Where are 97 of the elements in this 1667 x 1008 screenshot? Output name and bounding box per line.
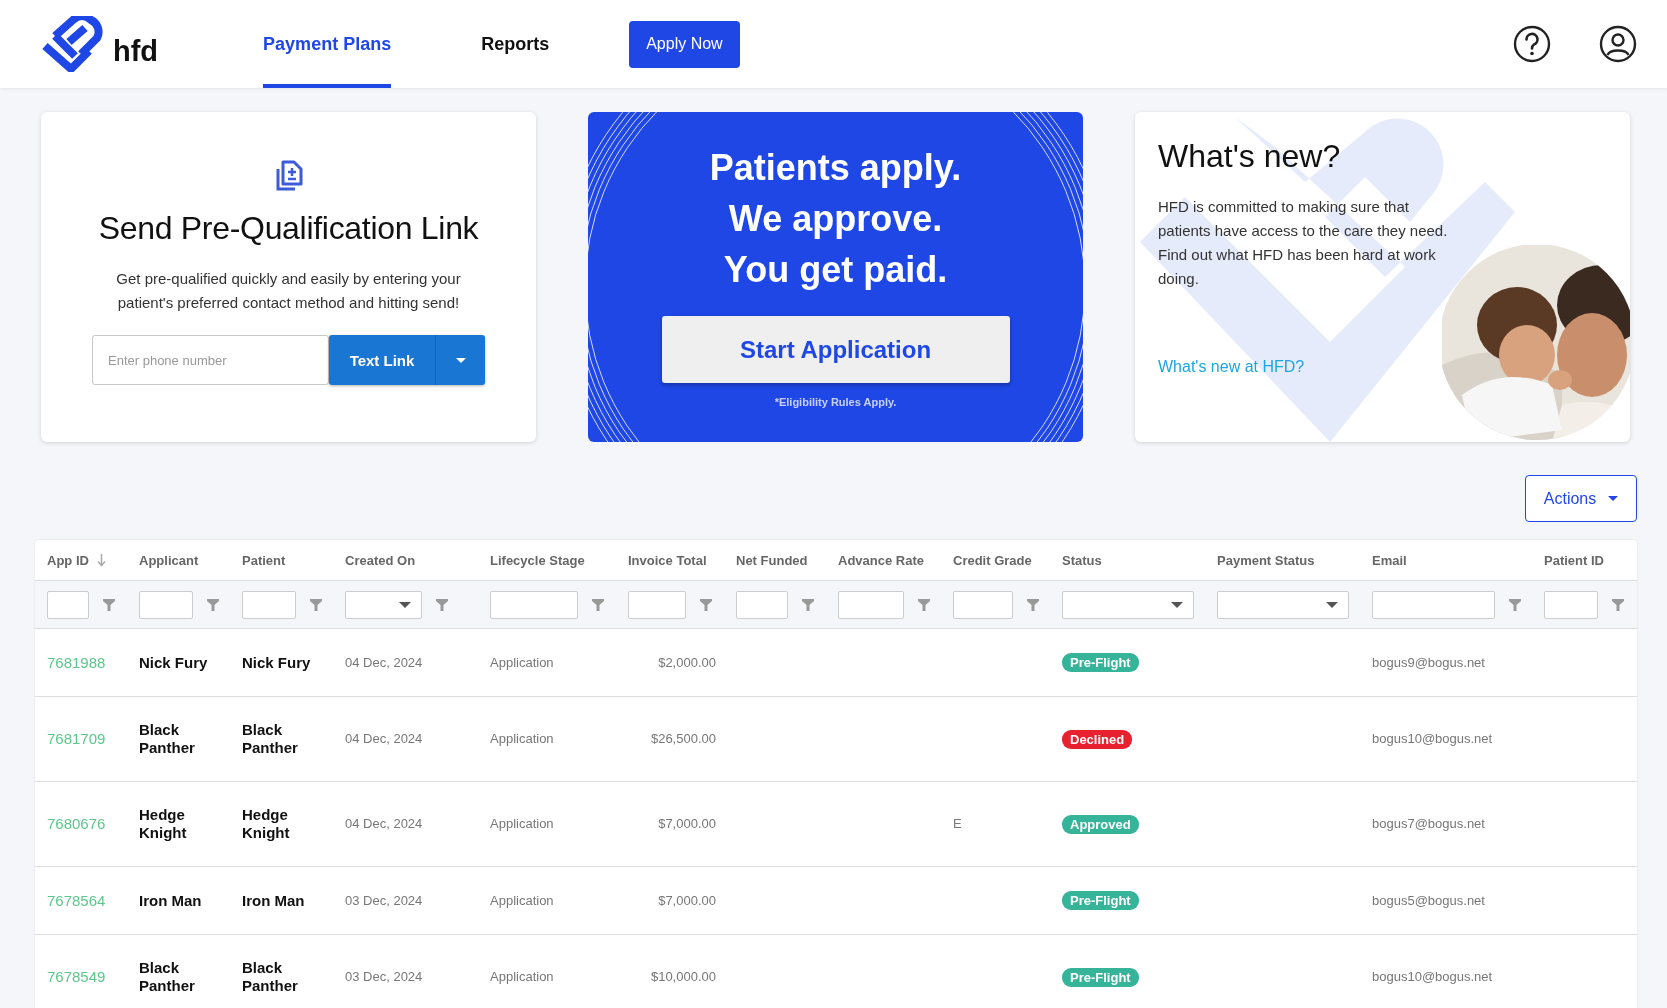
column-header[interactable]: Credit Grade <box>953 553 1032 568</box>
table-cell-text: Hedge Knight <box>139 806 188 842</box>
filter-icon[interactable] <box>802 598 814 611</box>
table-cell-text: Application <box>490 653 555 672</box>
column-header[interactable]: Advance Rate <box>838 553 924 568</box>
caret-icon <box>1171 601 1183 608</box>
table-cell-text: 04 Dec, 2024 <box>345 653 424 672</box>
filter-icon[interactable] <box>1612 598 1624 611</box>
filter-icon[interactable] <box>103 598 115 611</box>
table-cell-text: bogus9@bogus.net <box>1372 653 1486 672</box>
table-cell-text: $2,000.00 <box>657 653 717 672</box>
card-title: Send Pre-Qualification Link <box>98 210 479 247</box>
status-badge: Pre-Flight <box>1062 967 1139 987</box>
caret-icon <box>1326 601 1338 608</box>
document-add-icon <box>274 160 303 192</box>
table-cell-text: E <box>953 815 963 833</box>
table-cell-text: Application <box>490 891 555 910</box>
status-badge: Pre-Flight <box>1062 891 1139 910</box>
filter-dropdown[interactable] <box>1062 590 1194 619</box>
promo-headline: We approve. <box>728 197 943 241</box>
nav-tab[interactable]: Reports <box>481 0 550 88</box>
table-cell-text: 04 Dec, 2024 <box>345 815 424 833</box>
filter-field[interactable] <box>1544 590 1598 619</box>
caret-icon <box>455 357 466 363</box>
column-header[interactable]: Created On <box>345 553 416 568</box>
filter-icon[interactable] <box>207 598 219 611</box>
apply-now-button[interactable]: Apply Now <box>629 20 740 68</box>
account-icon[interactable] <box>1599 25 1637 63</box>
column-header[interactable]: Status <box>1062 553 1102 568</box>
filter-dropdown[interactable] <box>345 590 422 619</box>
table-cell-text: 03 Dec, 2024 <box>345 891 424 910</box>
status-badge: Pre-Flight <box>1062 653 1139 672</box>
table-cell-text: 03 Dec, 2024 <box>345 968 424 986</box>
status-badge: Declined <box>1062 729 1133 749</box>
table-cell-text: Black Panther <box>242 959 299 995</box>
table-cell-text: Hedge Knight <box>242 806 291 842</box>
filter-field[interactable] <box>838 590 904 619</box>
status-badge: Approved <box>1062 814 1139 834</box>
table-cell-text: 04 Dec, 2024 <box>345 730 424 748</box>
column-header[interactable]: Patient <box>242 553 286 568</box>
filter-field[interactable] <box>139 590 193 619</box>
card-title: What's new? <box>1158 138 1342 175</box>
filter-field[interactable] <box>1372 590 1495 619</box>
table-cell-text: Black Panther <box>139 959 196 995</box>
table-cell-text: $7,000.00 <box>657 815 717 833</box>
table-cell-text: Application <box>490 730 555 748</box>
table-cell-text: Application <box>490 815 555 833</box>
filter-icon[interactable] <box>1027 598 1039 611</box>
sort-down-icon[interactable] <box>96 554 106 567</box>
filter-field[interactable] <box>47 590 89 619</box>
caret-icon <box>1608 496 1619 501</box>
filter-field[interactable] <box>953 590 1013 619</box>
table-cell-text: Iron Man <box>242 891 306 910</box>
filter-field[interactable] <box>242 590 296 619</box>
table-cell-text: Black Panther <box>242 721 299 757</box>
help-icon[interactable] <box>1513 25 1551 63</box>
caret-icon <box>399 601 411 608</box>
table-cell-text: Nick Fury <box>242 653 312 672</box>
column-header[interactable]: Email <box>1372 553 1407 568</box>
filter-icon[interactable] <box>310 598 322 611</box>
column-header[interactable]: Invoice Total <box>628 553 707 568</box>
actions-button[interactable]: Actions <box>1525 475 1637 522</box>
column-header[interactable]: Patient ID <box>1544 553 1604 568</box>
column-header[interactable]: App ID <box>47 553 106 568</box>
phone-number-field[interactable]: Enter phone number <box>92 335 329 385</box>
table-cell-text: bogus10@bogus.net <box>1372 730 1494 748</box>
table-cell-text: Black Panther <box>139 721 196 757</box>
column-header[interactable]: Payment Status <box>1217 553 1315 568</box>
nav-tab[interactable]: Payment Plans <box>263 0 392 88</box>
filter-dropdown[interactable] <box>1217 590 1349 619</box>
start-application-button[interactable]: Start Application <box>661 316 1010 383</box>
filter-icon[interactable] <box>436 598 448 611</box>
table-cell-text: $26,500.00 <box>649 730 717 748</box>
table-cell-text: bogus5@bogus.net <box>1372 891 1486 910</box>
promo-headline: Patients apply. <box>709 146 962 190</box>
table-cell-text: Nick Fury <box>139 653 209 672</box>
column-header[interactable]: Net Funded <box>736 553 808 568</box>
filter-icon[interactable] <box>592 598 604 611</box>
table-cell-text: bogus10@bogus.net <box>1372 968 1494 986</box>
column-header[interactable]: Applicant <box>139 553 199 568</box>
table-cell-text: $10,000.00 <box>649 968 717 986</box>
logo-text: hfd <box>113 37 159 66</box>
eligibility-note: *Eligibility Rules Apply. <box>774 396 897 408</box>
promo-headline: You get paid. <box>723 248 948 292</box>
table-cell-text: bogus7@bogus.net <box>1372 815 1486 833</box>
filter-icon[interactable] <box>700 598 712 611</box>
filter-icon[interactable] <box>918 598 930 611</box>
table-cell-text: Iron Man <box>139 891 203 910</box>
column-header[interactable]: Lifecycle Stage <box>490 553 585 568</box>
filter-field[interactable] <box>628 590 686 619</box>
table-cell-text: Application <box>490 968 555 986</box>
card-description: Get pre-qualified quickly and easily by entering your patient's preferred contact method and hitting send! <box>115 269 462 313</box>
card-description: HFD is committed to making sure that patients have access to the care they need. Find out what HFD has been hard at work doing. <box>1158 197 1448 289</box>
filter-field[interactable] <box>736 590 788 619</box>
filter-field[interactable] <box>490 590 578 619</box>
filter-icon[interactable] <box>1509 598 1521 611</box>
table-cell-text: $7,000.00 <box>657 891 717 910</box>
